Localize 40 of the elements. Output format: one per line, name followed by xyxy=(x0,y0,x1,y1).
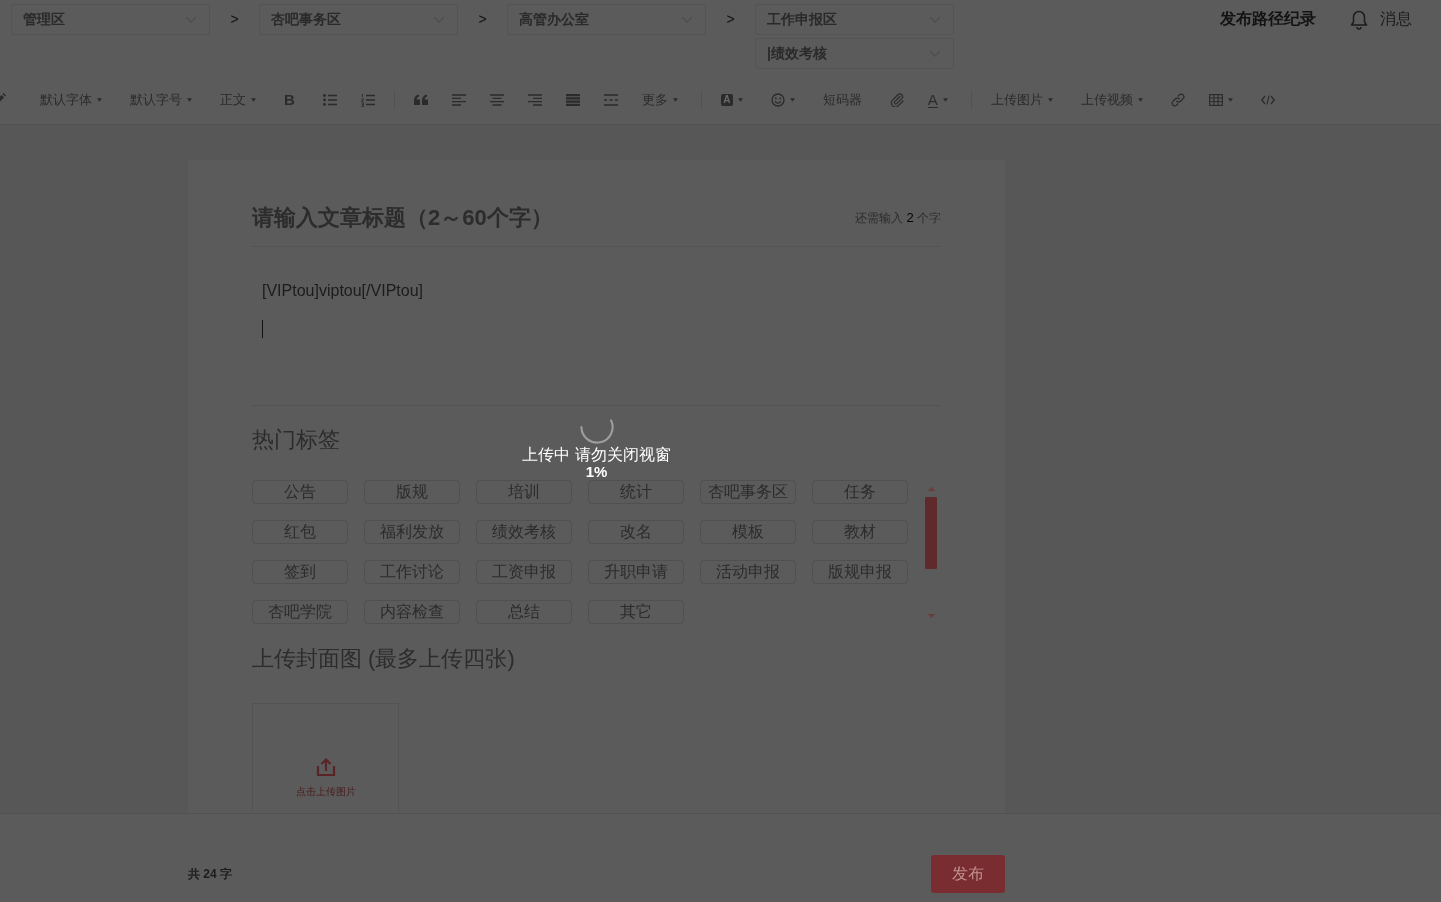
loading-message: 上传中 请勿关闭视窗 xyxy=(522,446,671,463)
scroll-down-icon[interactable] xyxy=(927,614,935,618)
scroll-up-icon[interactable] xyxy=(927,487,935,491)
align-left-icon[interactable] xyxy=(451,92,466,107)
link-icon[interactable] xyxy=(1170,92,1185,107)
caret-icon xyxy=(789,97,795,102)
smiley-icon xyxy=(770,92,785,107)
scrollbar-thumb[interactable] xyxy=(925,497,937,569)
background-color-button[interactable]: A xyxy=(720,89,747,110)
caret-icon xyxy=(1137,97,1143,102)
table-icon xyxy=(1208,92,1223,107)
align-center-icon[interactable] xyxy=(489,92,504,107)
align-right-icon[interactable] xyxy=(527,92,542,107)
caret-icon xyxy=(942,97,948,102)
editor-paragraph: [VIPtou]viptou[/VIPtou] xyxy=(262,281,424,301)
caret-icon xyxy=(251,97,256,102)
numbered-list-icon[interactable] xyxy=(360,92,375,107)
horizontal-rule-icon[interactable] xyxy=(603,92,618,107)
caret-icon xyxy=(737,97,743,102)
upload-icon xyxy=(315,757,336,777)
word-count: 共 24 字 xyxy=(188,865,232,883)
paperclip-icon[interactable] xyxy=(889,92,904,107)
path-separator: > xyxy=(725,10,736,29)
code-view-icon[interactable] xyxy=(1260,92,1275,107)
align-justify-icon[interactable] xyxy=(565,92,580,107)
messages-button[interactable]: 消息 xyxy=(1350,9,1412,30)
caret-icon xyxy=(1047,97,1053,102)
publish-button[interactable]: 发布 xyxy=(931,855,1005,893)
caret-icon xyxy=(1227,97,1233,102)
quote-icon[interactable] xyxy=(413,92,428,107)
path-separator: > xyxy=(229,10,240,29)
path-separator: > xyxy=(477,10,488,29)
caret-icon xyxy=(187,97,192,102)
caret-icon xyxy=(97,97,102,102)
caret-icon xyxy=(672,97,678,102)
upload-progress-text: 1% xyxy=(585,464,608,480)
bulleted-list-icon[interactable] xyxy=(322,92,337,107)
editor-field[interactable]: [VIPtou]viptou[/VIPtou] xyxy=(252,247,941,406)
publish-log-link[interactable]: 发布路径纪录 xyxy=(1220,9,1316,30)
bell-icon xyxy=(1350,9,1368,30)
